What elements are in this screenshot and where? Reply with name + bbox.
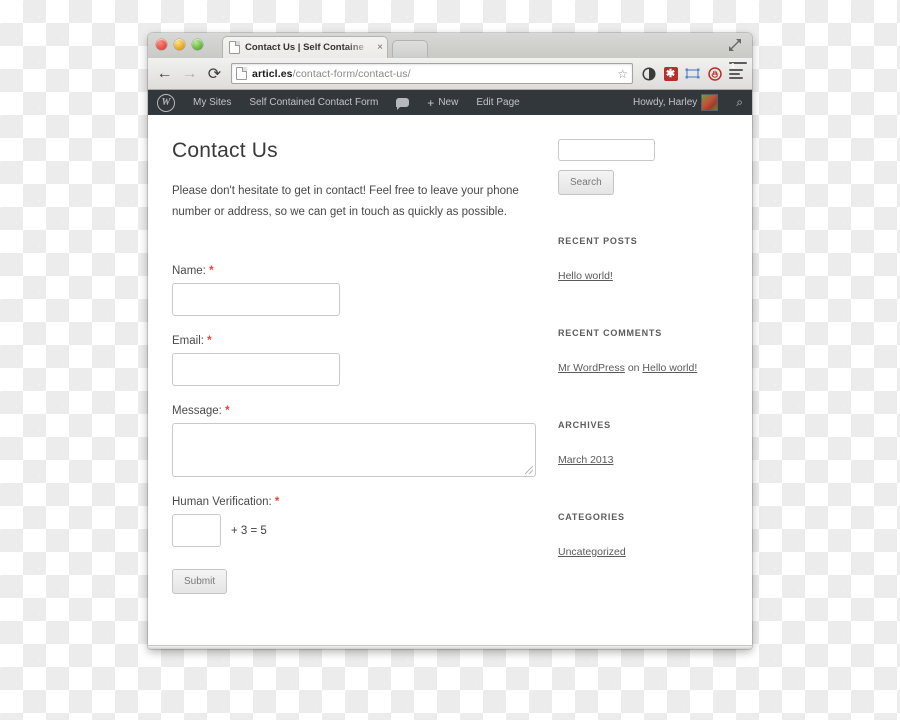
recent-comment-item: Mr WordPress on Hello world! xyxy=(558,358,718,379)
search-icon: ⌕ xyxy=(736,95,743,109)
main-content-column: Contact Us Please don't hesitate to get … xyxy=(148,139,548,645)
widget-title-archives: Archives xyxy=(558,420,611,430)
avatar xyxy=(701,94,719,111)
url-path: /contact-form/contact-us/ xyxy=(292,67,411,80)
comment-bubble-icon xyxy=(396,98,410,110)
captcha-row: + 3 = 5 xyxy=(172,514,548,547)
bookmark-star-icon[interactable]: ☆ xyxy=(617,68,628,80)
verification-field-label: Human Verification: * xyxy=(172,496,548,508)
submit-button[interactable]: Submit xyxy=(172,569,228,594)
address-bar[interactable]: articl.es/contact-form/contact-us/ ☆ xyxy=(231,63,633,84)
adminbar-spacer xyxy=(529,90,624,115)
required-asterisk: * xyxy=(225,405,230,417)
address-bar-url: articl.es/contact-form/contact-us/ xyxy=(252,68,411,80)
browser-window: Contact Us | Self Containe × ← → ⟳ artic… xyxy=(148,33,752,649)
wordpress-admin-bar: W My Sites Self Contained Contact Form +… xyxy=(148,90,752,115)
chrome-menu-icon[interactable]: 1 xyxy=(729,62,747,81)
category-link[interactable]: Uncategorized xyxy=(558,546,626,558)
forward-icon[interactable]: → xyxy=(181,65,198,82)
adminbar-item-comments[interactable] xyxy=(387,90,418,115)
extension-icons: ✱ 1 xyxy=(641,62,747,81)
comment-post-link[interactable]: Hello world! xyxy=(642,362,697,374)
zoom-window-button[interactable] xyxy=(192,39,203,50)
howdy-label: Howdy, Harley xyxy=(632,97,698,108)
red-asterisk-glyph: ✱ xyxy=(663,66,678,81)
widget-title-recent-comments: Recent Comments xyxy=(558,328,662,338)
search-input[interactable] xyxy=(558,139,655,161)
required-asterisk: * xyxy=(209,265,214,277)
window-traffic-lights xyxy=(156,39,203,50)
resize-grip-icon[interactable] xyxy=(525,466,533,474)
email-input[interactable] xyxy=(172,353,340,386)
comment-on-text: on xyxy=(624,362,643,374)
ghostery-icon[interactable] xyxy=(641,66,656,81)
widget-title-categories: Categories xyxy=(558,512,625,522)
required-asterisk: * xyxy=(274,496,280,508)
name-field-label: Name: * xyxy=(172,265,548,277)
name-label-text: Name: xyxy=(172,265,206,277)
adminbar-new-label: New xyxy=(438,97,459,108)
screenshot-frame-icon[interactable] xyxy=(685,66,700,81)
page-favicon-icon xyxy=(229,41,240,54)
adminbar-item-search[interactable]: ⌕ xyxy=(727,90,752,115)
fullscreen-icon[interactable] xyxy=(728,38,742,52)
page-viewport: Contact Us Please don't hesitate to get … xyxy=(148,115,752,645)
adminbar-item-howdy[interactable]: Howdy, Harley xyxy=(624,90,727,115)
name-input[interactable] xyxy=(172,283,340,316)
adminbar-item-new[interactable]: + New xyxy=(418,90,467,115)
message-field-label: Message: * xyxy=(172,405,548,417)
search-button[interactable]: Search xyxy=(558,170,614,195)
adminbar-item-edit-page[interactable]: Edit Page xyxy=(467,90,528,115)
adblock-stop-hand-icon[interactable] xyxy=(707,66,722,81)
recent-post-link[interactable]: Hello world! xyxy=(558,270,613,282)
page-document-icon xyxy=(236,67,247,80)
archive-link[interactable]: March 2013 xyxy=(558,454,613,466)
back-icon[interactable]: ← xyxy=(156,65,173,82)
intro-paragraph: Please don't hesitate to get in contact!… xyxy=(172,185,519,218)
message-label-text: Message: xyxy=(172,405,222,417)
email-label-text: Email: xyxy=(172,335,204,347)
minimize-window-button[interactable] xyxy=(174,39,185,50)
captcha-equation: + 3 = 5 xyxy=(231,524,267,537)
captcha-input[interactable] xyxy=(172,514,221,547)
page-title: Contact Us xyxy=(172,139,278,162)
url-host: articl.es xyxy=(252,67,293,80)
browser-toolbar: ← → ⟳ articl.es/contact-form/contact-us/… xyxy=(148,58,752,90)
window-bottom-edge xyxy=(148,645,752,649)
adminbar-wp-logo[interactable]: W xyxy=(148,90,184,115)
wordpress-logo-icon: W xyxy=(157,93,175,112)
message-textarea[interactable] xyxy=(172,423,536,477)
adminbar-item-site-name[interactable]: Self Contained Contact Form xyxy=(240,90,387,115)
new-tab-button[interactable] xyxy=(392,40,428,57)
menu-update-badge: 1 xyxy=(729,62,747,70)
widget-title-recent-posts: Recent Posts xyxy=(558,236,638,246)
close-icon[interactable]: × xyxy=(377,42,383,53)
verification-label-text: Human Verification: xyxy=(172,496,272,508)
extension-red-asterisk-icon[interactable]: ✱ xyxy=(663,66,678,81)
browser-tab-strip: Contact Us | Self Containe × xyxy=(148,33,752,58)
browser-tab-title: Contact Us | Self Containe xyxy=(245,42,364,53)
plus-icon: + xyxy=(427,95,435,110)
reload-icon[interactable]: ⟳ xyxy=(206,65,223,83)
sidebar: Search Recent Posts Hello world! Recent … xyxy=(548,139,718,645)
close-window-button[interactable] xyxy=(156,39,167,50)
browser-tab[interactable]: Contact Us | Self Containe × xyxy=(222,36,388,58)
comment-author-link[interactable]: Mr WordPress xyxy=(558,362,625,374)
adminbar-item-my-sites[interactable]: My Sites xyxy=(184,90,240,115)
email-field-label: Email: * xyxy=(172,335,548,347)
required-asterisk: * xyxy=(207,335,212,347)
